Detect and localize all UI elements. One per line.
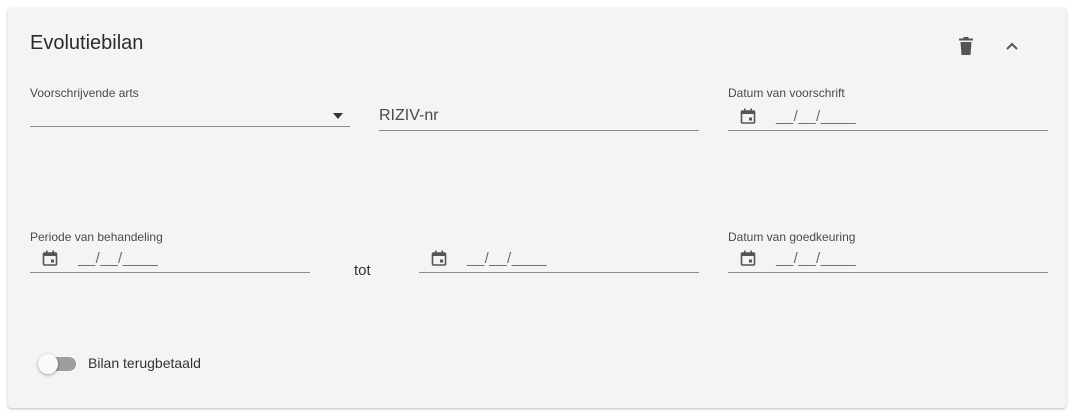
periode-van-field[interactable]: Periode van behandeling __/__/____ — [30, 230, 310, 274]
datum-goedkeuring-mask: __/__/____ — [776, 250, 857, 267]
periode-tot-underline — [419, 272, 699, 273]
periode-tot-field[interactable]: __/__/____ — [419, 230, 699, 274]
periode-van-mask: __/__/____ — [78, 250, 159, 267]
datum-goedkeuring-field[interactable]: Datum van goedkeuring __/__/____ — [728, 230, 1048, 274]
collapse-button[interactable] — [998, 32, 1026, 60]
voorschrijvende-arts-select[interactable]: Voorschrijvende arts — [30, 86, 350, 130]
evolutiebilan-card: Evolutiebilan Voorschrijvende arts RIZIV… — [8, 8, 1066, 408]
bilan-terugbetaald-toggle[interactable]: Bilan terugbetaald — [38, 352, 228, 376]
chevron-up-icon — [1006, 42, 1018, 50]
card-title: Evolutiebilan — [30, 32, 144, 54]
toggle-thumb — [38, 354, 58, 374]
riziv-placeholder: RIZIV-nr — [379, 107, 439, 124]
voorschrijvende-arts-label: Voorschrijvende arts — [30, 86, 139, 100]
calendar-icon[interactable] — [42, 250, 58, 266]
datum-voorschrift-mask: __/__/____ — [776, 108, 857, 125]
riziv-underline — [379, 130, 699, 131]
periode-van-underline — [30, 272, 310, 273]
datum-voorschrift-underline — [728, 130, 1048, 131]
tot-label: tot — [354, 262, 371, 279]
caret-down-icon — [333, 113, 343, 119]
datum-goedkeuring-label: Datum van goedkeuring — [728, 230, 856, 244]
riziv-input[interactable]: RIZIV-nr — [379, 86, 699, 132]
voorschrijvende-arts-underline — [30, 126, 350, 127]
calendar-icon[interactable] — [740, 250, 756, 266]
datum-voorschrift-field[interactable]: Datum van voorschrift __/__/____ — [728, 86, 1048, 132]
delete-button[interactable] — [952, 32, 980, 60]
datum-goedkeuring-underline — [728, 272, 1048, 273]
periode-van-label: Periode van behandeling — [30, 230, 163, 244]
toggle-label: Bilan terugbetaald — [88, 355, 201, 371]
calendar-icon[interactable] — [431, 250, 447, 266]
calendar-icon[interactable] — [740, 108, 756, 124]
periode-tot-mask: __/__/____ — [467, 250, 548, 267]
trash-icon — [959, 37, 973, 55]
datum-voorschrift-label: Datum van voorschrift — [728, 86, 845, 100]
